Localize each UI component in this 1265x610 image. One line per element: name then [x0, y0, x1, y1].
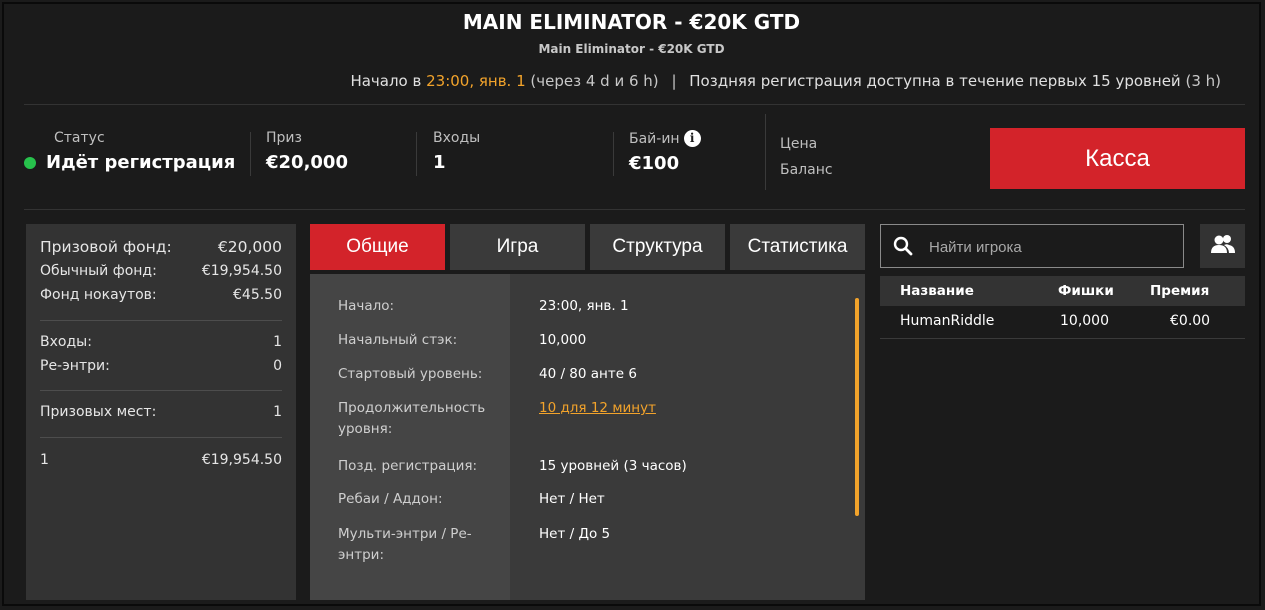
status-text: Идёт регистрация [46, 152, 236, 173]
info-value: Нет / До 5 [539, 526, 611, 542]
start-info-line: Начало в 23:00, янв. 1 (через 4 d и 6 h)… [350, 72, 1221, 90]
entries-value: 1 [433, 152, 446, 173]
cashier-button[interactable]: Касса [990, 128, 1245, 189]
info-value: 23:00, янв. 1 [539, 298, 629, 314]
info-label: Позд. регистрация: [338, 458, 478, 474]
regular-pool-row: Обычный фонд: €19,954.50 [40, 263, 282, 279]
info-icon[interactable]: i [683, 130, 701, 147]
places-value: 1 [273, 404, 282, 420]
level-duration-link[interactable]: 10 для 12 минут [539, 398, 656, 419]
stats-divider [24, 209, 1245, 210]
bounty-pool-row: Фонд нокаутов: €45.50 [40, 287, 282, 303]
tab-general[interactable]: Общие [310, 224, 445, 270]
player-prize: €0.00 [1170, 313, 1211, 329]
buyin-label-row: Бай-ин i [629, 130, 701, 147]
info-value: 15 уровней (3 часов) [539, 458, 687, 474]
tournament-title: MAIN ELIMINATOR - €20K GTD [462, 10, 801, 34]
status-value: Идёт регистрация [24, 152, 235, 173]
tournament-lobby: MAIN ELIMINATOR - €20K GTD Main Eliminat… [2, 2, 1261, 606]
bounty-pool-value: €45.50 [233, 287, 282, 303]
header-divider [24, 104, 1245, 105]
info-value: Нет / Нет [539, 491, 605, 507]
status-label: Статус [54, 130, 105, 146]
tab-structure[interactable]: Структура [590, 224, 725, 270]
column-header-name[interactable]: Название [900, 283, 974, 299]
payout-row: 1 €19,954.50 [40, 452, 282, 468]
panel-divider [40, 390, 282, 391]
status-stat: Статус Идёт регистрация [24, 130, 235, 173]
balance-label: Баланс [780, 162, 833, 178]
stat-divider [613, 132, 614, 176]
late-reg-duration: (3 h) [1185, 72, 1221, 90]
entries-label: Входы: [40, 334, 92, 350]
start-time: 23:00, янв. 1 [426, 72, 526, 90]
prize-pool-label: Призовой фонд: [40, 238, 172, 256]
players-button[interactable] [1200, 224, 1245, 268]
player-search-input[interactable] [927, 233, 1171, 261]
stat-divider [416, 132, 417, 176]
prize-pool-value: €20,000 [217, 238, 282, 256]
panel-divider [40, 437, 282, 438]
info-label: Ребаи / Аддон: [338, 491, 443, 507]
table-row[interactable]: HumanRiddle 10,000 €0.00 [880, 306, 1245, 339]
reentries-value: 0 [273, 358, 282, 374]
regular-pool-value: €19,954.50 [201, 263, 282, 279]
stat-divider [250, 132, 251, 176]
payout-amount: €19,954.50 [201, 452, 282, 468]
info-value: 40 / 80 анте 6 [539, 366, 637, 382]
start-countdown: (через 4 d и 6 h) [530, 72, 659, 90]
payout-place: 1 [40, 452, 49, 468]
late-reg-text: Поздняя регистрация доступна в течение п… [689, 72, 1181, 90]
player-chips: 10,000 [1060, 313, 1109, 329]
places-label: Призовых мест: [40, 404, 157, 420]
player-name: HumanRiddle [900, 313, 995, 329]
prize-label: Приз [266, 130, 302, 146]
info-label: Мульти-энтри / Ре-энтри: [338, 526, 472, 563]
player-search-box[interactable] [880, 224, 1184, 268]
prize-pool-panel: Призовой фонд: €20,000 Обычный фонд: €19… [26, 224, 296, 600]
tab-game[interactable]: Игра [450, 224, 585, 270]
entries-stat: Входы 1 [433, 130, 480, 173]
places-row: Призовых мест: 1 [40, 404, 282, 420]
scrollbar-thumb[interactable] [855, 298, 859, 516]
search-icon [893, 236, 913, 256]
tab-statistics[interactable]: Статистика [730, 224, 865, 270]
users-icon [1211, 235, 1235, 253]
buyin-stat: Бай-ин i €100 [629, 130, 701, 174]
stat-divider [765, 114, 766, 190]
bounty-pool-label: Фонд нокаутов: [40, 287, 157, 303]
buyin-value: €100 [629, 153, 680, 174]
info-label: Продолжительность уровня: [338, 400, 486, 437]
info-value: 10,000 [539, 332, 587, 348]
start-prefix: Начало в [350, 72, 422, 90]
buyin-label: Бай-ин [629, 131, 680, 147]
info-label: Стартовый уровень: [338, 366, 483, 382]
entries-label: Входы [433, 130, 481, 146]
players-table-header: Название Фишки Премия [880, 276, 1245, 306]
entries-row: Входы: 1 [40, 334, 282, 350]
column-header-prize[interactable]: Премия [1150, 283, 1209, 299]
tournament-subtitle: Main Eliminator - €20K GTD [538, 42, 725, 56]
info-label: Начало: [338, 298, 395, 314]
panel-divider [40, 320, 282, 321]
prize-stat: Приз €20,000 [266, 130, 348, 173]
reentries-label: Ре-энтри: [40, 358, 110, 374]
prize-value: €20,000 [266, 152, 348, 173]
column-header-chips[interactable]: Фишки [1058, 283, 1114, 299]
entries-value: 1 [273, 334, 282, 350]
regular-pool-label: Обычный фонд: [40, 263, 157, 279]
info-label: Начальный стэк: [338, 332, 458, 348]
prize-pool-row: Призовой фонд: €20,000 [40, 238, 282, 256]
general-info-panel: Начало: 23:00, янв. 1 Начальный стэк: 10… [310, 274, 865, 600]
status-dot-icon [24, 157, 36, 169]
separator: | [671, 72, 677, 90]
reentries-row: Ре-энтри: 0 [40, 358, 282, 374]
price-label: Цена [780, 136, 818, 152]
